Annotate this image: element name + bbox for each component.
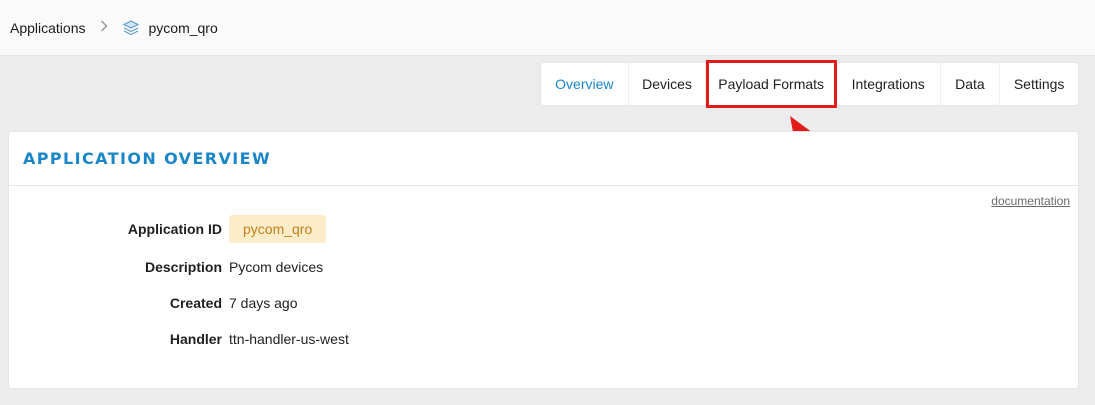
tab-data[interactable]: Data: [941, 63, 1001, 105]
field-value: ttn-handler-us-west: [229, 331, 349, 347]
field-label: Application ID: [127, 221, 222, 237]
field-value-wrap: pycom_qro: [229, 215, 327, 243]
tab-integrations[interactable]: Integrations: [837, 63, 941, 105]
app-tabs: Overview Devices Payload Formats Integra…: [540, 62, 1079, 106]
documentation-link[interactable]: documentation: [991, 194, 1070, 208]
breadcrumb-current-app: pycom_qro: [148, 19, 218, 36]
tab-devices[interactable]: Devices: [629, 63, 707, 105]
tab-payload-formats[interactable]: Payload Formats: [706, 63, 837, 105]
tab-overview[interactable]: Overview: [541, 63, 629, 105]
tab-settings[interactable]: Settings: [1000, 63, 1078, 105]
breadcrumb-applications-link[interactable]: Applications: [10, 20, 86, 36]
application-overview-panel: APPLICATION OVERVIEW documentation Appli…: [8, 131, 1079, 389]
field-label: Handler: [169, 331, 222, 347]
field-row-created: Created 7 days ago: [9, 289, 709, 317]
field-value: 7 days ago: [229, 295, 298, 311]
application-id-badge: pycom_qro: [229, 215, 327, 243]
field-row-description: Description Pycom devices: [9, 253, 709, 281]
panel-header: APPLICATION OVERVIEW: [9, 132, 1078, 186]
chevron-right-icon: [100, 20, 108, 35]
top-breadcrumb-bar: Applications pycom_qro: [0, 0, 1095, 56]
field-row-handler: Handler ttn-handler-us-west: [9, 325, 709, 353]
field-label: Created: [169, 295, 222, 311]
field-value: Pycom devices: [229, 259, 324, 275]
stack-layers-icon: [122, 19, 140, 37]
field-label: Description: [144, 259, 222, 275]
field-row-application-id: Application ID pycom_qro: [9, 215, 709, 243]
panel-title: APPLICATION OVERVIEW: [23, 149, 272, 168]
